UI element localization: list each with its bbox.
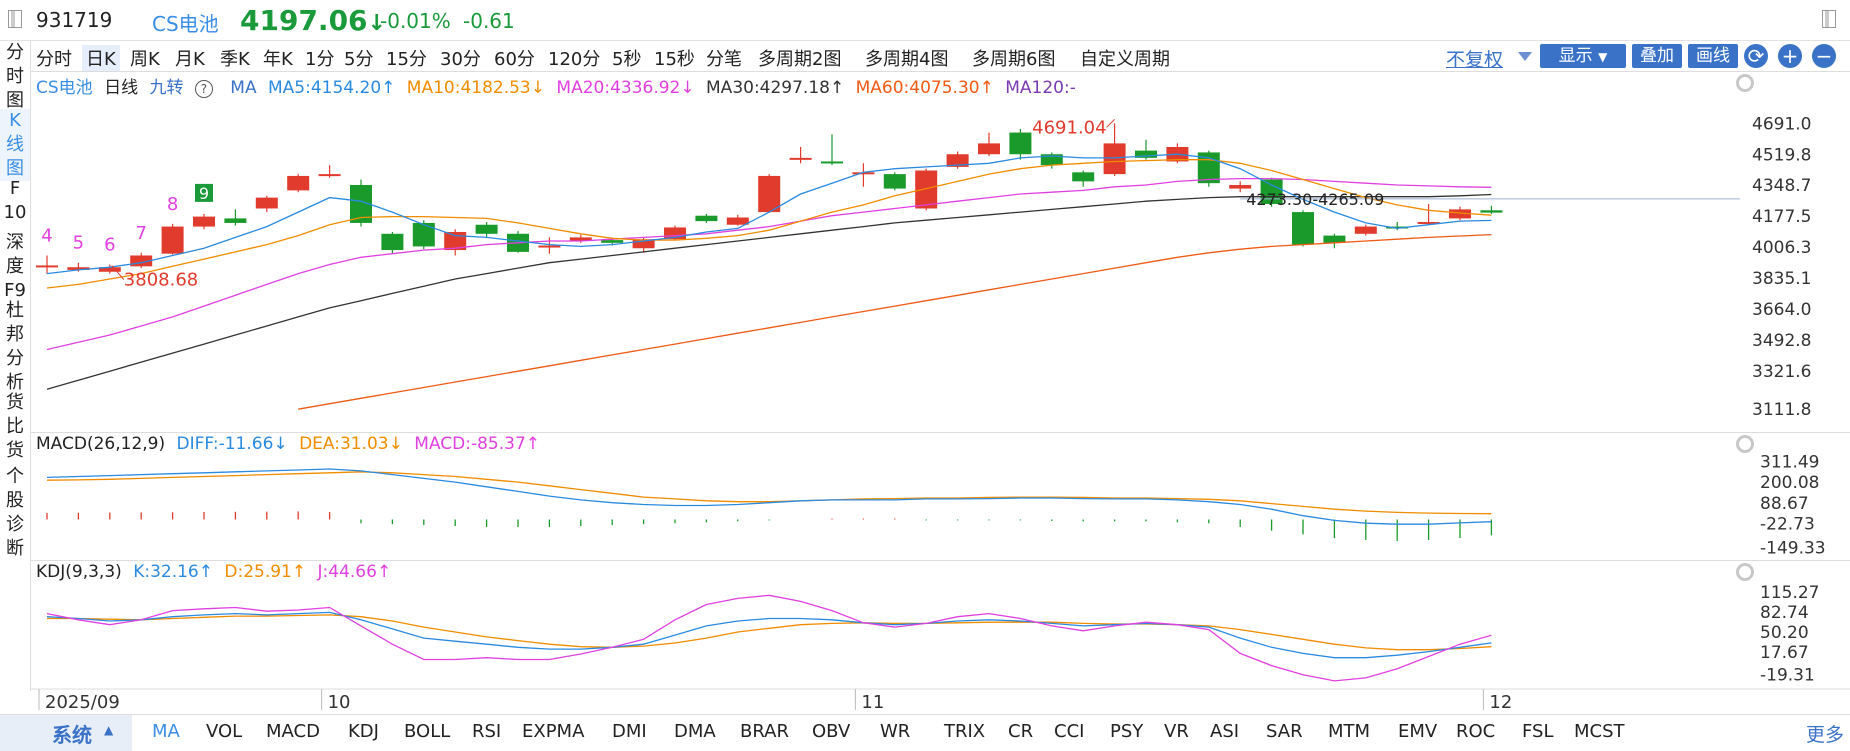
indicator-tab[interactable]: BOLL <box>404 721 450 742</box>
candle-body <box>758 175 781 213</box>
main-y-tick-label: 4006.3 <box>1752 238 1811 258</box>
high-pointer <box>1106 118 1115 128</box>
kdj-y-tick-label: 115.27 <box>1760 583 1819 603</box>
candle-body <box>36 265 58 268</box>
indicator-tab[interactable]: DMI <box>612 721 647 742</box>
ma30-line <box>46 193 1492 390</box>
indicator-tab[interactable]: WR <box>880 721 910 742</box>
td-count-label: 7 <box>135 223 146 244</box>
main-y-tick-label: 4177.5 <box>1752 207 1811 227</box>
candle-body <box>287 175 310 191</box>
indicator-tab[interactable]: EMV <box>1398 721 1437 742</box>
indicator-tab[interactable]: MA <box>152 721 180 742</box>
indicator-tab[interactable]: EXPMA <box>522 721 584 742</box>
main-y-tick-label: 4691.0 <box>1752 114 1811 134</box>
indicator-tab[interactable]: OBV <box>812 721 850 742</box>
macd-y-tick-label: -149.33 <box>1760 538 1826 558</box>
td-count-label: 6 <box>104 235 115 256</box>
x-axis-label: 11 <box>861 692 884 713</box>
main-y-tick-label: 3321.6 <box>1752 362 1811 382</box>
candle-body <box>915 170 938 209</box>
candle-body <box>381 233 404 251</box>
indicator-tab[interactable]: RSI <box>472 721 501 742</box>
macd-y-tick-label: 311.49 <box>1760 452 1819 472</box>
td-count-label: 8 <box>167 194 178 215</box>
kdj-y-tick-label: 50.20 <box>1760 623 1809 643</box>
indicator-tab[interactable]: ROC <box>1456 721 1495 742</box>
indicator-tab[interactable]: SAR <box>1266 721 1303 742</box>
indicator-tab[interactable]: ASI <box>1210 721 1239 742</box>
macd-y-tick-label: -22.73 <box>1760 515 1815 535</box>
x-axis-label: 10 <box>328 692 351 713</box>
indicator-tab[interactable]: TRIX <box>944 721 985 742</box>
kdj-y-tick-label: -19.31 <box>1760 665 1815 685</box>
indicator-tab[interactable]: PSY <box>1110 721 1143 742</box>
main-y-tick-label: 3111.8 <box>1752 400 1811 420</box>
candle-body <box>978 143 1000 155</box>
range-label: 4273.30-4265.09 <box>1246 190 1384 209</box>
main-y-tick-label: 3664.0 <box>1752 300 1811 320</box>
indicator-tab[interactable]: VOL <box>206 721 242 742</box>
indicator-bar: 系统 ▲ 更多 MA VOL MACD KDJ BOLL RSI EXPMA DMI DMA BR… <box>0 714 1850 751</box>
candle-body <box>1103 143 1126 175</box>
high-price-label: 4691.04 <box>1032 117 1106 138</box>
candle-body <box>601 240 624 243</box>
indicator-tab[interactable]: CCI <box>1054 721 1084 742</box>
candle-body <box>695 215 718 222</box>
candle-body <box>538 245 561 248</box>
macd-dea-line <box>46 471 1492 515</box>
candle-body <box>1009 132 1032 155</box>
candle-body <box>1354 226 1377 234</box>
macd-y-tick-label: 200.08 <box>1760 473 1819 493</box>
ma5-line <box>46 153 1492 275</box>
main-y-tick-label: 3492.8 <box>1752 331 1811 351</box>
indicator-tab[interactable]: VR <box>1164 721 1189 742</box>
candle-body <box>318 174 341 177</box>
td-count-label: 9 <box>199 184 209 203</box>
indicator-tab[interactable]: MCST <box>1574 721 1625 742</box>
main-y-tick-label: 4519.8 <box>1752 145 1811 165</box>
kdj-d-line <box>47 614 1492 651</box>
low-price-label: 3808.68 <box>124 270 198 291</box>
candle-body <box>224 218 247 223</box>
kdj-y-tick-label: 82.74 <box>1760 603 1809 623</box>
candle-body <box>1229 184 1252 189</box>
candle-body <box>821 161 843 164</box>
indicator-tab[interactable]: BRAR <box>740 721 789 742</box>
td-count-label: 5 <box>73 233 84 254</box>
system-tab[interactable]: 系统 ▲ <box>0 715 132 751</box>
stock-chart[interactable]: 4691.0 4519.8 4348.7 4177.5 4006.3 3835.1 3664… <box>0 0 1850 750</box>
candle-body <box>789 157 812 160</box>
candle-body <box>255 197 278 209</box>
candle-body <box>883 174 906 189</box>
candle-body <box>412 222 435 247</box>
candle-body <box>726 217 749 225</box>
macd-y-tick-label: 88.67 <box>1760 494 1809 514</box>
main-y-tick-label: 4348.7 <box>1752 176 1811 196</box>
indicator-tab[interactable]: DMA <box>674 721 716 742</box>
candle-body <box>475 224 498 234</box>
x-axis-label: 2025/09 <box>45 692 120 713</box>
td-count-label: 4 <box>41 225 52 246</box>
candle-body <box>1072 172 1095 182</box>
main-y-tick-label: 3835.1 <box>1752 269 1811 289</box>
indicator-tab[interactable]: FSL <box>1522 721 1554 742</box>
kdj-j-line <box>46 594 1492 682</box>
candle-body <box>1480 210 1503 213</box>
x-axis-label: 12 <box>1489 692 1512 713</box>
candle-body <box>161 226 184 254</box>
indicator-tab[interactable]: MACD <box>266 721 320 742</box>
ma60-line <box>298 233 1492 410</box>
more-button[interactable]: 更多 <box>1806 720 1844 747</box>
indicator-tab[interactable]: MTM <box>1328 721 1370 742</box>
indicator-tab[interactable]: KDJ <box>348 721 379 742</box>
kdj-y-tick-label: 17.67 <box>1760 643 1809 663</box>
macd-diff-line <box>46 468 1492 525</box>
candle-body <box>1292 212 1314 245</box>
candle-body <box>193 216 215 227</box>
indicator-tab[interactable]: CR <box>1008 721 1033 742</box>
